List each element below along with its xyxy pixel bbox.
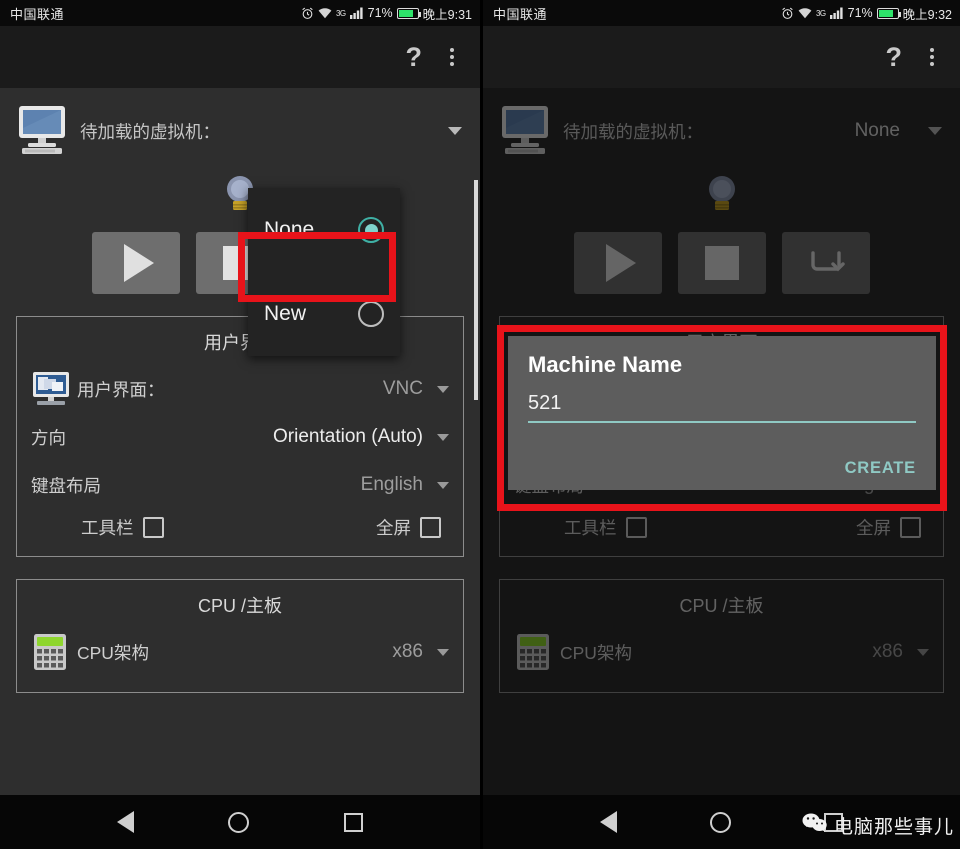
- ui-mode-label: 用户界面：: [77, 379, 165, 400]
- app-toolbar: ?: [0, 26, 480, 88]
- watermark-text: 电脑那些事儿: [833, 817, 954, 838]
- scrollbar[interactable]: [474, 180, 478, 400]
- home-icon[interactable]: [709, 811, 731, 833]
- desktop-computer-icon: [14, 103, 70, 160]
- fullscreen-checkbox-item[interactable]: 全屏: [376, 515, 441, 540]
- overflow-menu-icon[interactable]: [930, 48, 934, 66]
- chevron-down-icon[interactable]: [437, 385, 449, 393]
- toolbar-checkbox-item[interactable]: 工具栏: [81, 515, 164, 540]
- wechat-icon: [802, 812, 828, 839]
- ui-mode-row[interactable]: 用户界面： VNC: [31, 365, 449, 413]
- toolbar-checkbox[interactable]: [142, 517, 164, 538]
- recents-icon[interactable]: [343, 812, 363, 832]
- create-button[interactable]: CREATE: [845, 459, 916, 478]
- fullscreen-checkbox[interactable]: [420, 517, 441, 538]
- battery-icon: [396, 7, 421, 19]
- app-toolbar: ?: [483, 26, 960, 88]
- play-button[interactable]: [92, 232, 180, 294]
- network-type-label: 3G: [815, 8, 826, 18]
- signal-bars-icon: [349, 7, 364, 19]
- wifi-icon: [318, 7, 332, 19]
- chevron-down-icon[interactable]: [448, 127, 462, 135]
- help-icon[interactable]: ?: [406, 43, 423, 71]
- radio-unselected-icon[interactable]: [358, 301, 384, 327]
- screenshot-stage: 中国联通 3G 71% 晚上9:31 ? 待加载的虚拟机： 用户界面 用户界面：…: [0, 0, 960, 849]
- signal-bars-icon: [829, 7, 844, 19]
- vm-selector-row[interactable]: 待加载的虚拟机：: [0, 88, 480, 166]
- alarm-icon: [781, 7, 794, 20]
- left-content: 待加载的虚拟机： 用户界面 用户界面： VNC 方向 Orientation (…: [0, 88, 480, 795]
- battery-percent-label: 71%: [367, 6, 393, 20]
- cpu-arch-value: x86: [392, 641, 423, 662]
- network-type-label: 3G: [335, 8, 346, 18]
- calculator-icon: [31, 632, 77, 672]
- vm-dropdown-menu[interactable]: None New: [248, 188, 400, 356]
- carrier-label: 中国联通: [10, 6, 65, 22]
- dropdown-option-new[interactable]: New: [248, 272, 400, 356]
- chevron-down-icon[interactable]: [437, 648, 449, 656]
- dropdown-option-none[interactable]: None: [248, 188, 400, 272]
- dialog-title: Machine Name: [528, 352, 683, 377]
- machine-name-dialog: Machine Name 521 CREATE: [508, 336, 936, 490]
- back-icon[interactable]: [117, 811, 135, 833]
- monitor-windows-icon: [31, 371, 77, 407]
- machine-name-input[interactable]: 521: [528, 392, 916, 423]
- ui-checkbox-row: 工具栏 全屏: [31, 509, 449, 540]
- status-bar: 中国联通 3G: [483, 0, 960, 26]
- chevron-down-icon[interactable]: [437, 433, 449, 441]
- toolbar-checkbox-label: 工具栏: [81, 518, 134, 538]
- status-icons: 3G 71% 晚上9:31: [301, 4, 472, 23]
- wifi-icon: [798, 7, 812, 19]
- help-icon[interactable]: ?: [886, 43, 903, 71]
- android-nav-bar: [0, 795, 480, 849]
- cpu-settings-card: CPU /主板: [16, 579, 464, 693]
- back-icon[interactable]: [599, 811, 617, 833]
- orientation-label: 方向: [31, 427, 66, 448]
- battery-icon: [876, 7, 901, 19]
- hint-bulb-wrap: [0, 166, 480, 228]
- battery-percent-label: 71%: [847, 6, 873, 20]
- clock-label: 晚上9:32: [902, 7, 952, 22]
- orientation-value: Orientation (Auto): [273, 426, 423, 447]
- ui-mode-value: VNC: [382, 378, 423, 399]
- machine-name-value: 521: [528, 392, 562, 414]
- chevron-down-icon[interactable]: [437, 481, 449, 489]
- keyboard-layout-value: English: [360, 474, 423, 495]
- home-icon[interactable]: [228, 811, 250, 833]
- alarm-icon: [301, 7, 314, 20]
- orientation-row[interactable]: 方向 Orientation (Auto): [31, 413, 449, 461]
- cpu-arch-row[interactable]: CPU架构 x86: [31, 628, 449, 676]
- cpu-card-title: CPU /主板: [197, 596, 282, 616]
- carrier-label: 中国联通: [493, 6, 548, 22]
- clock-label: 晚上9:31: [422, 7, 472, 22]
- overflow-menu-icon[interactable]: [450, 48, 454, 66]
- radio-selected-icon[interactable]: [358, 217, 384, 243]
- status-bar: 中国联通 3G: [0, 0, 480, 26]
- keyboard-layout-label: 键盘布局: [31, 475, 101, 496]
- vm-action-buttons: [0, 228, 480, 294]
- fullscreen-checkbox-label: 全屏: [376, 518, 411, 538]
- cpu-arch-label: CPU架构: [77, 642, 149, 663]
- dialog-actions: CREATE: [528, 423, 916, 478]
- watermark: 电脑那些事儿: [802, 812, 954, 839]
- vm-selector-label: 待加载的虚拟机：: [80, 121, 220, 142]
- keyboard-layout-row[interactable]: 键盘布局 English: [31, 461, 449, 509]
- status-icons: 3G 71% 晚上9:32: [781, 4, 952, 23]
- dropdown-option-label: None: [264, 218, 315, 241]
- dropdown-option-label: New: [264, 302, 307, 325]
- left-phone-panel: 中国联通 3G 71% 晚上9:31 ? 待加载的虚拟机： 用户界面 用户界面：…: [0, 0, 480, 849]
- play-icon: [124, 244, 154, 282]
